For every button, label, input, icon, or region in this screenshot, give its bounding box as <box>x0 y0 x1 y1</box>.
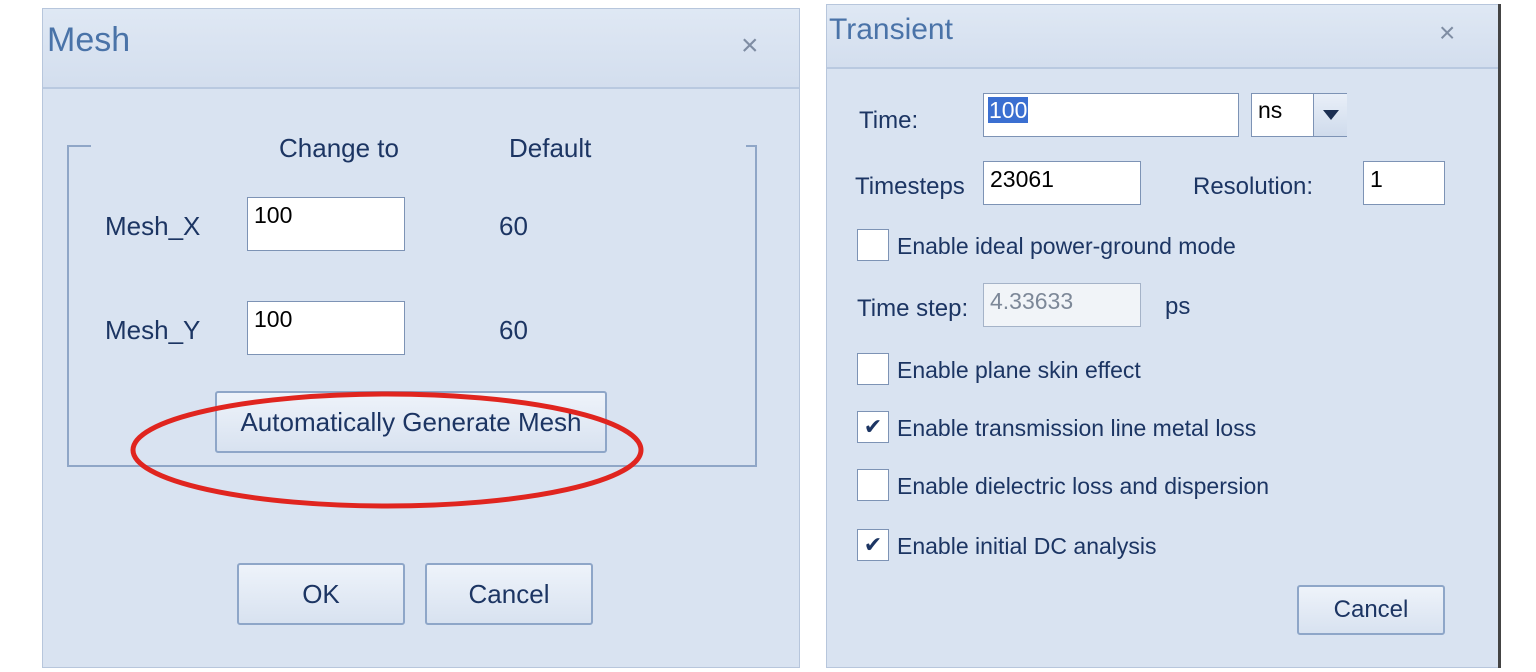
mesh-dialog: Mesh × Change to Default Mesh_X 100 60 M… <box>42 8 800 668</box>
check-icon: ✔ <box>863 532 883 557</box>
highlight-ellipse-shape <box>130 391 644 509</box>
frame-gap <box>91 139 746 151</box>
resolution-input[interactable]: 1 <box>1363 161 1445 205</box>
mesh-y-default: 60 <box>499 315 528 345</box>
cancel-button[interactable]: Cancel <box>425 563 593 625</box>
time-unit-value: ns <box>1258 97 1283 123</box>
plane-skin-effect-label: Enable plane skin effect <box>897 357 1141 383</box>
column-header-change-to: Change to <box>279 133 399 163</box>
initial-dc-analysis-label: Enable initial DC analysis <box>897 533 1157 559</box>
resolution-label: Resolution: <box>1193 173 1314 200</box>
ideal-power-ground-label: Enable ideal power-ground mode <box>897 233 1236 259</box>
time-label: Time: <box>859 107 919 134</box>
mesh-title: Mesh <box>47 21 131 59</box>
ideal-power-ground-checkbox[interactable] <box>857 229 889 261</box>
mesh-y-label: Mesh_Y <box>105 315 201 345</box>
time-input-selected-text: 100 <box>988 97 1029 123</box>
close-icon[interactable]: × <box>1439 17 1455 49</box>
time-step-label: Time step: <box>857 295 969 322</box>
window-edge <box>1498 4 1501 668</box>
highlight-ellipse <box>130 391 644 509</box>
chevron-down-icon[interactable] <box>1313 94 1347 136</box>
mesh-titlebar[interactable]: Mesh × <box>43 9 799 89</box>
column-header-default: Default <box>509 133 592 163</box>
transmission-line-metal-loss-checkbox[interactable]: ✔ <box>857 411 889 443</box>
transient-title: Transient <box>829 13 953 46</box>
dielectric-loss-label: Enable dielectric loss and dispersion <box>897 473 1270 499</box>
time-input[interactable]: 100 <box>983 93 1239 137</box>
mesh-x-default: 60 <box>499 211 528 241</box>
timesteps-input[interactable]: 23061 <box>983 161 1141 205</box>
ok-button[interactable]: OK <box>237 563 405 625</box>
mesh-y-input[interactable]: 100 <box>247 301 405 355</box>
dielectric-loss-checkbox[interactable] <box>857 469 889 501</box>
close-icon[interactable]: × <box>741 29 759 63</box>
timesteps-label: Timesteps <box>855 173 965 200</box>
time-step-input: 4.33633 <box>983 283 1141 327</box>
mesh-x-input[interactable]: 100 <box>247 197 405 251</box>
cancel-button[interactable]: Cancel <box>1297 585 1445 635</box>
mesh-x-label: Mesh_X <box>105 211 201 241</box>
transient-dialog: Transient × Time: 100 ns Timesteps 23061… <box>826 4 1500 668</box>
time-step-unit: ps <box>1165 293 1191 320</box>
chevron-down-glyph <box>1322 110 1339 120</box>
transmission-line-metal-loss-label: Enable transmission line metal loss <box>897 415 1257 441</box>
initial-dc-analysis-checkbox[interactable]: ✔ <box>857 529 889 561</box>
plane-skin-effect-checkbox[interactable] <box>857 353 889 385</box>
transient-titlebar[interactable]: Transient × <box>827 5 1499 69</box>
check-icon: ✔ <box>863 414 883 439</box>
